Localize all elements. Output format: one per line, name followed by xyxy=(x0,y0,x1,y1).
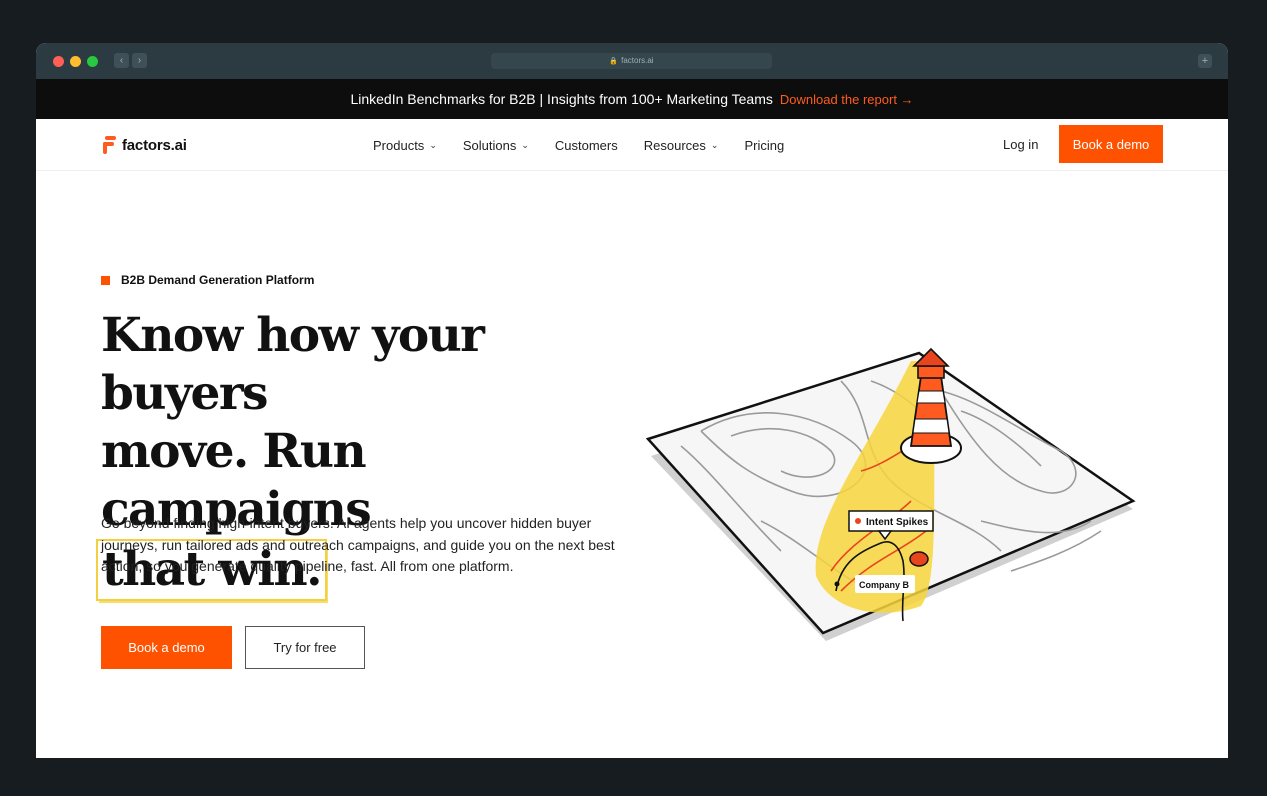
chevron-down-icon: ⌄ xyxy=(429,139,437,150)
try-free-button[interactable]: Try for free xyxy=(245,626,365,669)
orange-square-icon xyxy=(101,275,110,285)
nav-item-label: Pricing xyxy=(744,137,785,153)
nav-item-label: Customers xyxy=(554,137,618,153)
nav-menu: Products ⌄ Solutions ⌄ Customers Resourc… xyxy=(373,119,784,171)
intent-spikes-label: Intent Spikes xyxy=(866,517,929,528)
chevron-down-icon: ⌄ xyxy=(710,139,719,150)
forward-button[interactable]: › xyxy=(132,53,147,68)
announcement-text: LinkedIn Benchmarks for B2B | Insights f… xyxy=(350,91,773,107)
nav-item-label: Products xyxy=(373,137,425,153)
hero-description: Go beyond finding high-intent buyers. AI… xyxy=(101,515,615,574)
address-bar[interactable]: 🔒 factors.ai xyxy=(491,53,772,69)
main-nav: factors.ai Products ⌄ Solutions ⌄ Custom… xyxy=(36,119,1228,171)
chevron-down-icon: ⌄ xyxy=(521,139,529,150)
nav-item-resources[interactable]: Resources ⌄ xyxy=(644,138,719,153)
factors-logo-icon xyxy=(103,136,116,154)
company-b-callout: Company B xyxy=(855,575,915,593)
browser-chrome: ‹ › 🔒 factors.ai + xyxy=(36,43,1228,79)
logo[interactable]: factors.ai xyxy=(103,136,187,154)
new-tab-button[interactable]: + xyxy=(1198,54,1212,68)
close-window-button[interactable] xyxy=(53,56,64,67)
nav-item-solutions[interactable]: Solutions ⌄ xyxy=(463,138,529,153)
book-demo-button[interactable]: Book a demo xyxy=(101,626,232,669)
url-text: factors.ai xyxy=(621,56,654,65)
announcement-bar: LinkedIn Benchmarks for B2B | Insights f… xyxy=(36,79,1228,119)
logo-text: factors.ai xyxy=(122,136,187,154)
company-b-label: Company B xyxy=(859,580,910,590)
path-node xyxy=(834,581,840,587)
book-demo-nav-button[interactable]: Book a demo xyxy=(1059,125,1163,163)
login-link[interactable]: Log in xyxy=(1003,137,1038,152)
headline-line-1: Know how your buyers xyxy=(101,308,485,421)
nav-item-customers[interactable]: Customers xyxy=(555,138,618,153)
nav-item-pricing[interactable]: Pricing xyxy=(744,138,784,153)
intent-map-illustration: Intent Spikes Company B xyxy=(645,347,1136,641)
minimize-window-button[interactable] xyxy=(70,56,81,67)
nav-item-label: Resources xyxy=(643,137,706,153)
hero-section: B2B Demand Generation Platform Know how … xyxy=(36,171,1228,758)
hero-eyebrow: B2B Demand Generation Platform xyxy=(101,273,314,287)
nav-item-label: Solutions xyxy=(462,137,517,153)
eyebrow-text: B2B Demand Generation Platform xyxy=(121,273,315,287)
red-dot-icon xyxy=(855,518,861,524)
lock-icon: 🔒 xyxy=(609,58,619,65)
intent-marker xyxy=(909,551,929,567)
download-report-link[interactable]: Download the report → xyxy=(780,92,914,107)
back-button[interactable]: ‹ xyxy=(114,53,129,68)
maximize-window-button[interactable] xyxy=(87,56,98,67)
browser-window: ‹ › 🔒 factors.ai + LinkedIn Benchmarks fo… xyxy=(36,43,1228,758)
nav-item-products[interactable]: Products ⌄ xyxy=(373,138,437,153)
